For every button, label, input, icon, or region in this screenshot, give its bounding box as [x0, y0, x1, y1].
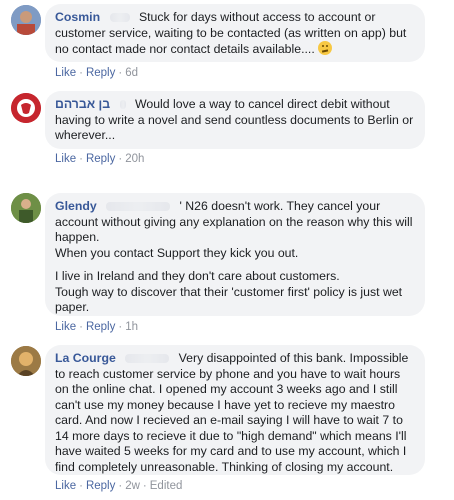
timestamp[interactable]: 1h: [125, 321, 138, 333]
avatar-photo-icon: [11, 346, 41, 376]
avatar-logo-icon: [11, 93, 41, 123]
separator-dot: ·: [118, 480, 123, 492]
avatar[interactable]: [11, 346, 41, 376]
reply-link[interactable]: Reply: [86, 480, 115, 492]
confused-face-emoji-icon: [318, 41, 333, 55]
comment-actions: Like · Reply · 1h: [55, 321, 138, 333]
like-link[interactable]: Like: [55, 153, 76, 165]
comment-text: Very disappointed of this bank. Impossib…: [55, 351, 409, 474]
like-link[interactable]: Like: [55, 67, 76, 79]
avatar[interactable]: [11, 93, 41, 123]
separator-dot: ·: [79, 480, 83, 492]
comment-bubble: Glendy ' N26 doesn't work. They cancel y…: [45, 193, 425, 316]
redacted-text: [119, 100, 126, 110]
comment-bubble: בן אברהם Would love a way to cancel dire…: [45, 91, 425, 149]
redacted-text: [106, 202, 171, 212]
redacted-text: [109, 13, 130, 23]
separator-dot: ·: [118, 67, 123, 79]
comment-author[interactable]: Glendy: [55, 199, 97, 213]
comment-paragraph: Glendy ' N26 doesn't work. They cancel y…: [55, 199, 415, 261]
timestamp[interactable]: 20h: [125, 153, 144, 165]
edited-label: Edited: [149, 480, 183, 492]
comment-actions: Like · Reply · 2w · Edited: [55, 480, 182, 492]
separator-dot: ·: [118, 321, 123, 333]
comment-paragraph: I live in Ireland and they don't care ab…: [55, 269, 403, 314]
avatar-photo-icon: [11, 5, 41, 35]
avatar-photo-icon: [11, 193, 41, 223]
separator-dot: ·: [79, 153, 83, 165]
comment-bubble: Cosmin Stuck for days without access to …: [45, 4, 425, 62]
like-link[interactable]: Like: [55, 321, 76, 333]
separator-dot: ·: [118, 153, 123, 165]
separator-dot: ·: [142, 480, 147, 492]
reply-link[interactable]: Reply: [86, 153, 115, 165]
like-link[interactable]: Like: [55, 480, 76, 492]
comment-text: Stuck for days without access to account…: [55, 10, 407, 56]
comment-bubble: La Courge Very disappointed of this bank…: [45, 345, 425, 475]
comment-author[interactable]: La Courge: [55, 351, 116, 365]
avatar[interactable]: [11, 5, 41, 35]
comment-actions: Like · Reply · 6d: [55, 67, 138, 79]
avatar[interactable]: [11, 193, 41, 223]
reply-link[interactable]: Reply: [86, 67, 115, 79]
reply-link[interactable]: Reply: [86, 321, 115, 333]
timestamp[interactable]: 6d: [125, 67, 138, 79]
separator-dot: ·: [79, 321, 83, 333]
separator-dot: ·: [79, 67, 83, 79]
comment-author[interactable]: Cosmin: [55, 10, 100, 24]
comment-actions: Like · Reply · 20h: [55, 153, 144, 165]
timestamp[interactable]: 2w: [125, 480, 140, 492]
redacted-text: [125, 354, 170, 364]
comment-author[interactable]: בן אברהם: [55, 97, 110, 111]
